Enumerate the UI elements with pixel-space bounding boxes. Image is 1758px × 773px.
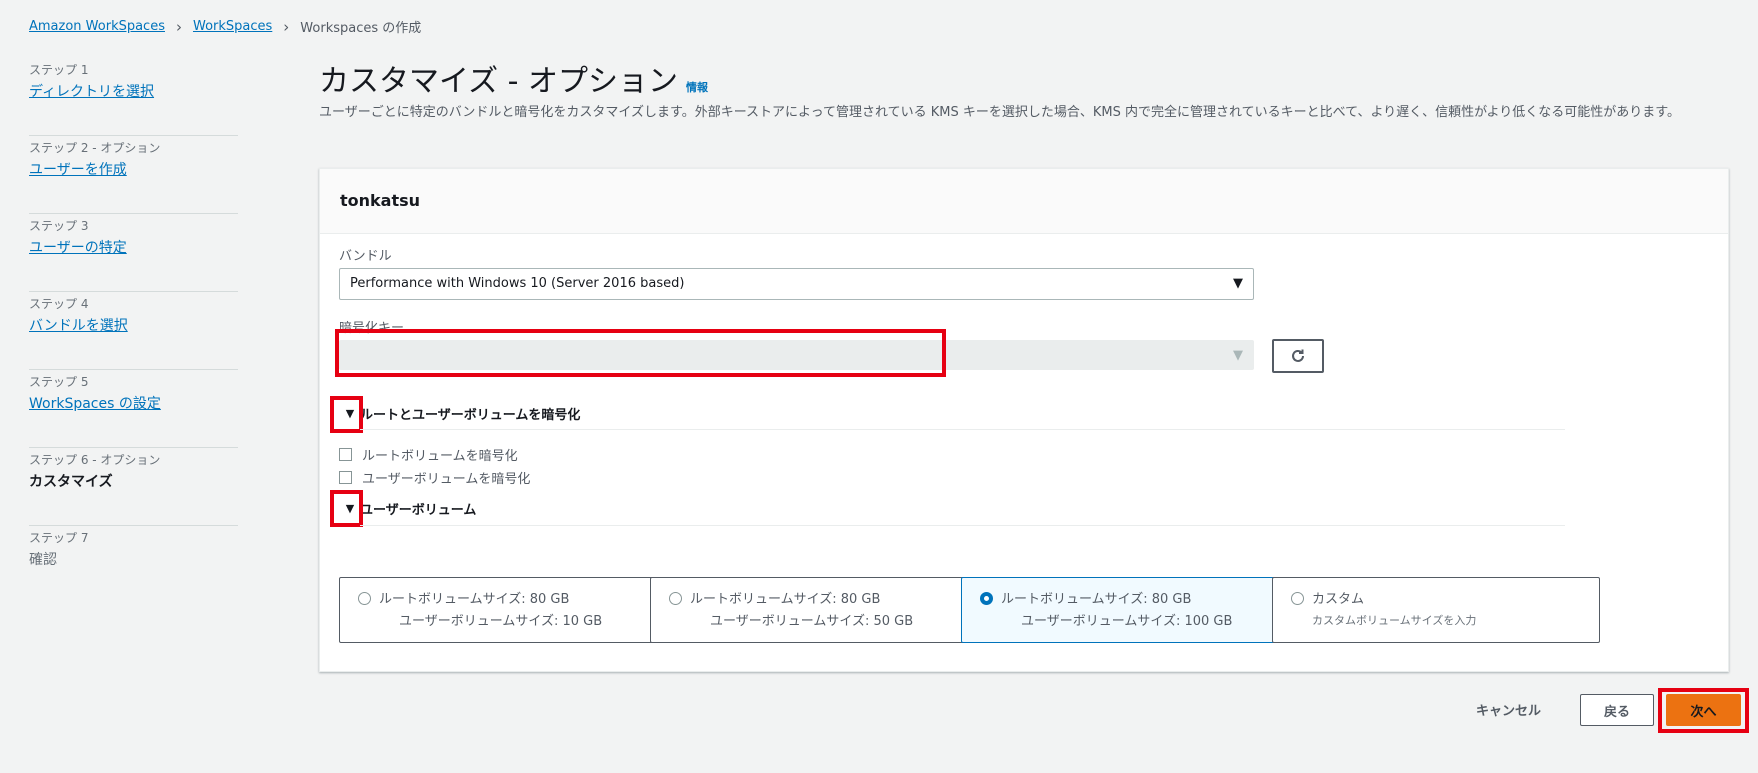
card-title: tonkatsu xyxy=(320,169,1728,234)
back-button[interactable]: 戻る xyxy=(1580,694,1654,726)
highlight-box xyxy=(335,329,946,377)
step-number: ステップ 7 xyxy=(29,531,89,545)
encrypt-user-checkbox[interactable] xyxy=(339,471,352,484)
bundle-select-value: Performance with Windows 10 (Server 2016… xyxy=(350,276,685,291)
section-divider xyxy=(360,525,1565,526)
encrypt-root-label: ルートボリュームを暗号化 xyxy=(362,449,518,464)
custom-option-label: カスタム xyxy=(1312,592,1365,607)
user-volume-size: ユーザーボリュームサイズ: 100 GB xyxy=(1021,614,1233,629)
refresh-button[interactable] xyxy=(1272,339,1324,373)
root-volume-size: ルートボリュームサイズ: 80 GB xyxy=(379,592,570,607)
step-link-select-directory[interactable]: ディレクトリを選択 xyxy=(29,81,238,103)
user-volume-size: ユーザーボリュームサイズ: 10 GB xyxy=(399,614,603,629)
step-number: ステップ 4 xyxy=(29,297,89,311)
volume-radio[interactable] xyxy=(669,592,682,605)
encrypt-volumes-toggle[interactable]: ▼ ルートとユーザーボリュームを暗号化 xyxy=(340,404,581,423)
breadcrumb: Amazon WorkSpaces › WorkSpaces › Workspa… xyxy=(29,17,422,37)
step-3: ステップ 3 ユーザーの特定 xyxy=(29,214,238,292)
volume-option-50gb[interactable]: ルートボリュームサイズ: 80 GB ユーザーボリュームサイズ: 50 GB xyxy=(650,577,978,643)
highlight-box xyxy=(1658,688,1749,733)
breadcrumb-amazon-workspaces[interactable]: Amazon WorkSpaces xyxy=(29,19,165,34)
user-volume-size: ユーザーボリュームサイズ: 50 GB xyxy=(710,614,914,629)
root-volume-size: ルートボリュームサイズ: 80 GB xyxy=(1001,592,1192,607)
encrypt-root-checkbox[interactable] xyxy=(339,448,352,461)
step-number: ステップ 3 xyxy=(29,219,89,233)
page-title-text: カスタマイズ - オプション xyxy=(319,64,678,99)
encrypt-user-label: ユーザーボリュームを暗号化 xyxy=(362,472,531,487)
step-4: ステップ 4 バンドルを選択 xyxy=(29,292,238,370)
step-link-workspaces-settings[interactable]: WorkSpaces の設定 xyxy=(29,393,238,415)
encrypt-user-row[interactable]: ユーザーボリュームを暗号化 xyxy=(339,468,530,487)
step-current-customize: カスタマイズ xyxy=(29,474,113,490)
root-volume-size: ルートボリュームサイズ: 80 GB xyxy=(690,592,881,607)
chevron-right-icon: › xyxy=(175,17,182,36)
step-1: ステップ 1 ディレクトリを選択 xyxy=(29,58,238,136)
step-7: ステップ 7 確認 xyxy=(29,526,238,604)
step-review: 確認 xyxy=(29,552,57,568)
step-number: ステップ 2 - オプション xyxy=(29,141,161,155)
highlight-box xyxy=(330,396,363,433)
cancel-button[interactable]: キャンセル xyxy=(1476,700,1541,719)
volume-option-100gb[interactable]: ルートボリュームサイズ: 80 GB ユーザーボリュームサイズ: 100 GB xyxy=(961,577,1289,643)
user-volume-heading: ユーザーボリューム xyxy=(360,503,477,518)
volume-radio-selected[interactable] xyxy=(980,592,993,605)
step-link-create-users[interactable]: ユーザーを作成 xyxy=(29,159,238,181)
bundle-label: バンドル xyxy=(339,249,392,264)
wizard-steps: ステップ 1 ディレクトリを選択 ステップ 2 - オプション ユーザーを作成 … xyxy=(29,58,238,604)
volume-radio[interactable] xyxy=(358,592,371,605)
page-title: カスタマイズ - オプション 情報 xyxy=(319,56,708,100)
step-2: ステップ 2 - オプション ユーザーを作成 xyxy=(29,136,238,214)
volume-radio[interactable] xyxy=(1291,592,1304,605)
step-number: ステップ 5 xyxy=(29,375,89,389)
bundle-select[interactable]: Performance with Windows 10 (Server 2016… xyxy=(339,268,1254,300)
info-link[interactable]: 情報 xyxy=(686,79,708,95)
page-description: ユーザーごとに特定のバンドルと暗号化をカスタマイズします。外部キーストアによって… xyxy=(319,105,1680,120)
customize-card: tonkatsu バンドル Performance with Windows 1… xyxy=(319,168,1729,672)
highlight-box xyxy=(330,490,363,527)
chevron-right-icon: › xyxy=(283,17,290,36)
step-5: ステップ 5 WorkSpaces の設定 xyxy=(29,370,238,448)
breadcrumb-workspaces[interactable]: WorkSpaces xyxy=(193,19,272,34)
step-link-identify-users[interactable]: ユーザーの特定 xyxy=(29,237,238,259)
refresh-icon xyxy=(1292,349,1304,362)
step-6: ステップ 6 - オプション カスタマイズ xyxy=(29,448,238,526)
section-divider xyxy=(360,429,1565,430)
breadcrumb-current: Workspaces の作成 xyxy=(300,21,422,36)
volume-option-custom[interactable]: カスタム カスタムボリュームサイズを入力 xyxy=(1272,577,1600,643)
step-link-select-bundle[interactable]: バンドルを選択 xyxy=(29,315,238,337)
encrypt-volumes-heading: ルートとユーザーボリュームを暗号化 xyxy=(360,408,581,423)
encrypt-root-row[interactable]: ルートボリュームを暗号化 xyxy=(339,445,518,464)
volume-option-10gb[interactable]: ルートボリュームサイズ: 80 GB ユーザーボリュームサイズ: 10 GB xyxy=(339,577,667,643)
step-number: ステップ 6 - オプション xyxy=(29,453,161,467)
caret-down-icon: ▼ xyxy=(1233,276,1243,291)
step-number: ステップ 1 xyxy=(29,63,89,77)
caret-down-icon: ▼ xyxy=(1233,348,1243,363)
custom-option-hint: カスタムボリュームサイズを入力 xyxy=(1312,614,1477,627)
